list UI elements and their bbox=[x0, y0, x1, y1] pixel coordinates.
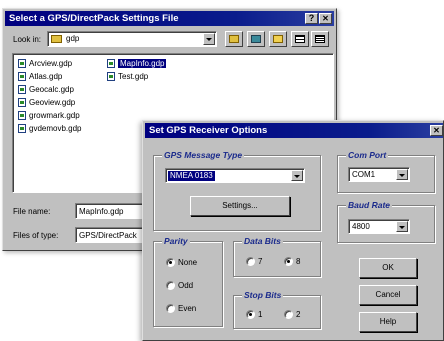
file-name: Test.gdp bbox=[118, 72, 149, 81]
gps-dialog-titlebar[interactable]: Set GPS Receiver Options ✕ bbox=[145, 123, 443, 138]
file-item[interactable]: Geoview.gdp bbox=[17, 97, 75, 108]
radio-selected-icon bbox=[284, 257, 293, 266]
gps-options-dialog: Set GPS Receiver Options ✕ GPS Message T… bbox=[142, 120, 444, 341]
group-title: GPS Message Type bbox=[162, 150, 245, 160]
parity-odd-radio[interactable]: Odd bbox=[166, 281, 193, 291]
file-name: Geocalc.gdp bbox=[29, 85, 74, 94]
chevron-down-icon[interactable] bbox=[291, 170, 303, 181]
settings-button[interactable]: Settings... bbox=[190, 196, 290, 216]
gps-message-type-group: GPS Message Type NMEA 0183 Settings... bbox=[153, 150, 321, 231]
file-item[interactable]: Atlas.gdp bbox=[17, 71, 62, 82]
file-dialog-title: Select a GPS/DirectPack Settings File bbox=[9, 13, 179, 24]
stop-bits-1-radio[interactable]: 1 bbox=[246, 310, 262, 320]
file-name-value: MapInfo.gdp bbox=[79, 207, 124, 216]
file-item[interactable]: Geocalc.gdp bbox=[17, 84, 74, 95]
radio-icon bbox=[166, 281, 175, 290]
message-type-select[interactable]: NMEA 0183 bbox=[165, 168, 305, 183]
up-folder-button[interactable] bbox=[225, 31, 243, 47]
com-port-select[interactable]: COM1 bbox=[348, 167, 410, 182]
list-view-icon bbox=[295, 35, 305, 43]
file-item[interactable]: Arcview.gdp bbox=[17, 58, 72, 69]
file-item[interactable]: gvdemovb.gdp bbox=[17, 123, 81, 134]
file-item[interactable]: Test.gdp bbox=[106, 71, 148, 82]
com-port-value: COM1 bbox=[352, 170, 376, 179]
file-icon bbox=[18, 59, 26, 68]
file-name: growmark.gdp bbox=[29, 111, 80, 120]
look-in-value: gdp bbox=[66, 34, 80, 43]
files-of-type-value: GPS/DirectPack bbox=[79, 231, 137, 240]
group-title: Baud Rate bbox=[346, 200, 393, 210]
stop-bits-group: Stop Bits 1 2 bbox=[233, 290, 321, 329]
cancel-button[interactable]: Cancel bbox=[359, 285, 417, 305]
radio-label: 7 bbox=[258, 257, 263, 266]
radio-label: Even bbox=[178, 304, 197, 313]
file-name-label: File name: bbox=[13, 207, 51, 216]
look-in-select[interactable]: gdp bbox=[47, 31, 217, 47]
group-title: Stop Bits bbox=[242, 290, 284, 300]
ok-button[interactable]: OK bbox=[359, 258, 417, 278]
radio-selected-icon bbox=[166, 258, 175, 267]
desktop-icon bbox=[251, 35, 261, 43]
radio-selected-icon bbox=[246, 310, 255, 319]
radio-icon bbox=[246, 257, 255, 266]
details-view-button[interactable] bbox=[311, 31, 329, 47]
group-title: Com Port bbox=[346, 150, 389, 160]
parity-none-radio[interactable]: None bbox=[166, 258, 197, 268]
list-view-button[interactable] bbox=[291, 31, 309, 47]
group-title: Data Bits bbox=[242, 236, 283, 246]
file-icon bbox=[18, 85, 26, 94]
parity-group: Parity None Odd Even bbox=[153, 236, 223, 327]
file-icon bbox=[107, 59, 115, 68]
file-name: Arcview.gdp bbox=[29, 59, 73, 68]
data-bits-8-radio[interactable]: 8 bbox=[284, 257, 300, 267]
file-icon bbox=[18, 72, 26, 81]
folder-icon bbox=[51, 35, 62, 43]
file-name: gvdemovb.gdp bbox=[29, 124, 82, 133]
close-icon[interactable]: ✕ bbox=[430, 125, 443, 136]
close-icon[interactable]: ✕ bbox=[319, 13, 332, 24]
files-of-type-label: Files of type: bbox=[13, 231, 59, 240]
desktop-button[interactable] bbox=[247, 31, 265, 47]
file-icon bbox=[18, 124, 26, 133]
new-folder-icon bbox=[273, 35, 283, 43]
radio-icon bbox=[166, 304, 175, 313]
radio-label: 2 bbox=[296, 310, 301, 319]
chevron-down-icon[interactable] bbox=[203, 33, 215, 45]
chevron-down-icon[interactable] bbox=[396, 221, 408, 232]
radio-label: None bbox=[178, 258, 198, 267]
new-folder-button[interactable] bbox=[269, 31, 287, 47]
com-port-group: Com Port COM1 bbox=[337, 150, 435, 193]
file-icon bbox=[18, 98, 26, 107]
radio-label: Odd bbox=[178, 281, 194, 290]
group-title: Parity bbox=[162, 236, 190, 246]
gps-dialog-title: Set GPS Receiver Options bbox=[149, 125, 268, 136]
help-button[interactable]: Help bbox=[359, 312, 417, 332]
baud-rate-group: Baud Rate 4800 bbox=[337, 200, 435, 243]
up-folder-icon bbox=[229, 35, 239, 43]
message-type-value: NMEA 0183 bbox=[168, 171, 215, 181]
look-in-label: Look in: bbox=[13, 35, 42, 44]
data-bits-7-radio[interactable]: 7 bbox=[246, 257, 262, 267]
file-item[interactable]: growmark.gdp bbox=[17, 110, 80, 121]
radio-icon bbox=[284, 310, 293, 319]
radio-label: 8 bbox=[296, 257, 301, 266]
file-name: Geoview.gdp bbox=[29, 98, 76, 107]
baud-rate-select[interactable]: 4800 bbox=[348, 219, 410, 234]
details-view-icon bbox=[315, 35, 325, 43]
file-icon bbox=[107, 72, 115, 81]
chevron-down-icon[interactable] bbox=[396, 169, 408, 180]
stop-bits-2-radio[interactable]: 2 bbox=[284, 310, 300, 320]
screenshot: Select a GPS/DirectPack Settings File ? … bbox=[0, 0, 444, 341]
file-icon bbox=[18, 111, 26, 120]
data-bits-group: Data Bits 7 8 bbox=[233, 236, 321, 277]
file-name: Atlas.gdp bbox=[29, 72, 63, 81]
file-dialog-titlebar[interactable]: Select a GPS/DirectPack Settings File ? … bbox=[5, 11, 334, 26]
radio-label: 1 bbox=[258, 310, 263, 319]
help-title-button[interactable]: ? bbox=[305, 13, 318, 24]
file-item-selected[interactable]: MapInfo.gdp bbox=[106, 58, 167, 69]
parity-even-radio[interactable]: Even bbox=[166, 304, 196, 314]
file-name: MapInfo.gdp bbox=[118, 59, 167, 68]
baud-rate-value: 4800 bbox=[352, 222, 370, 231]
